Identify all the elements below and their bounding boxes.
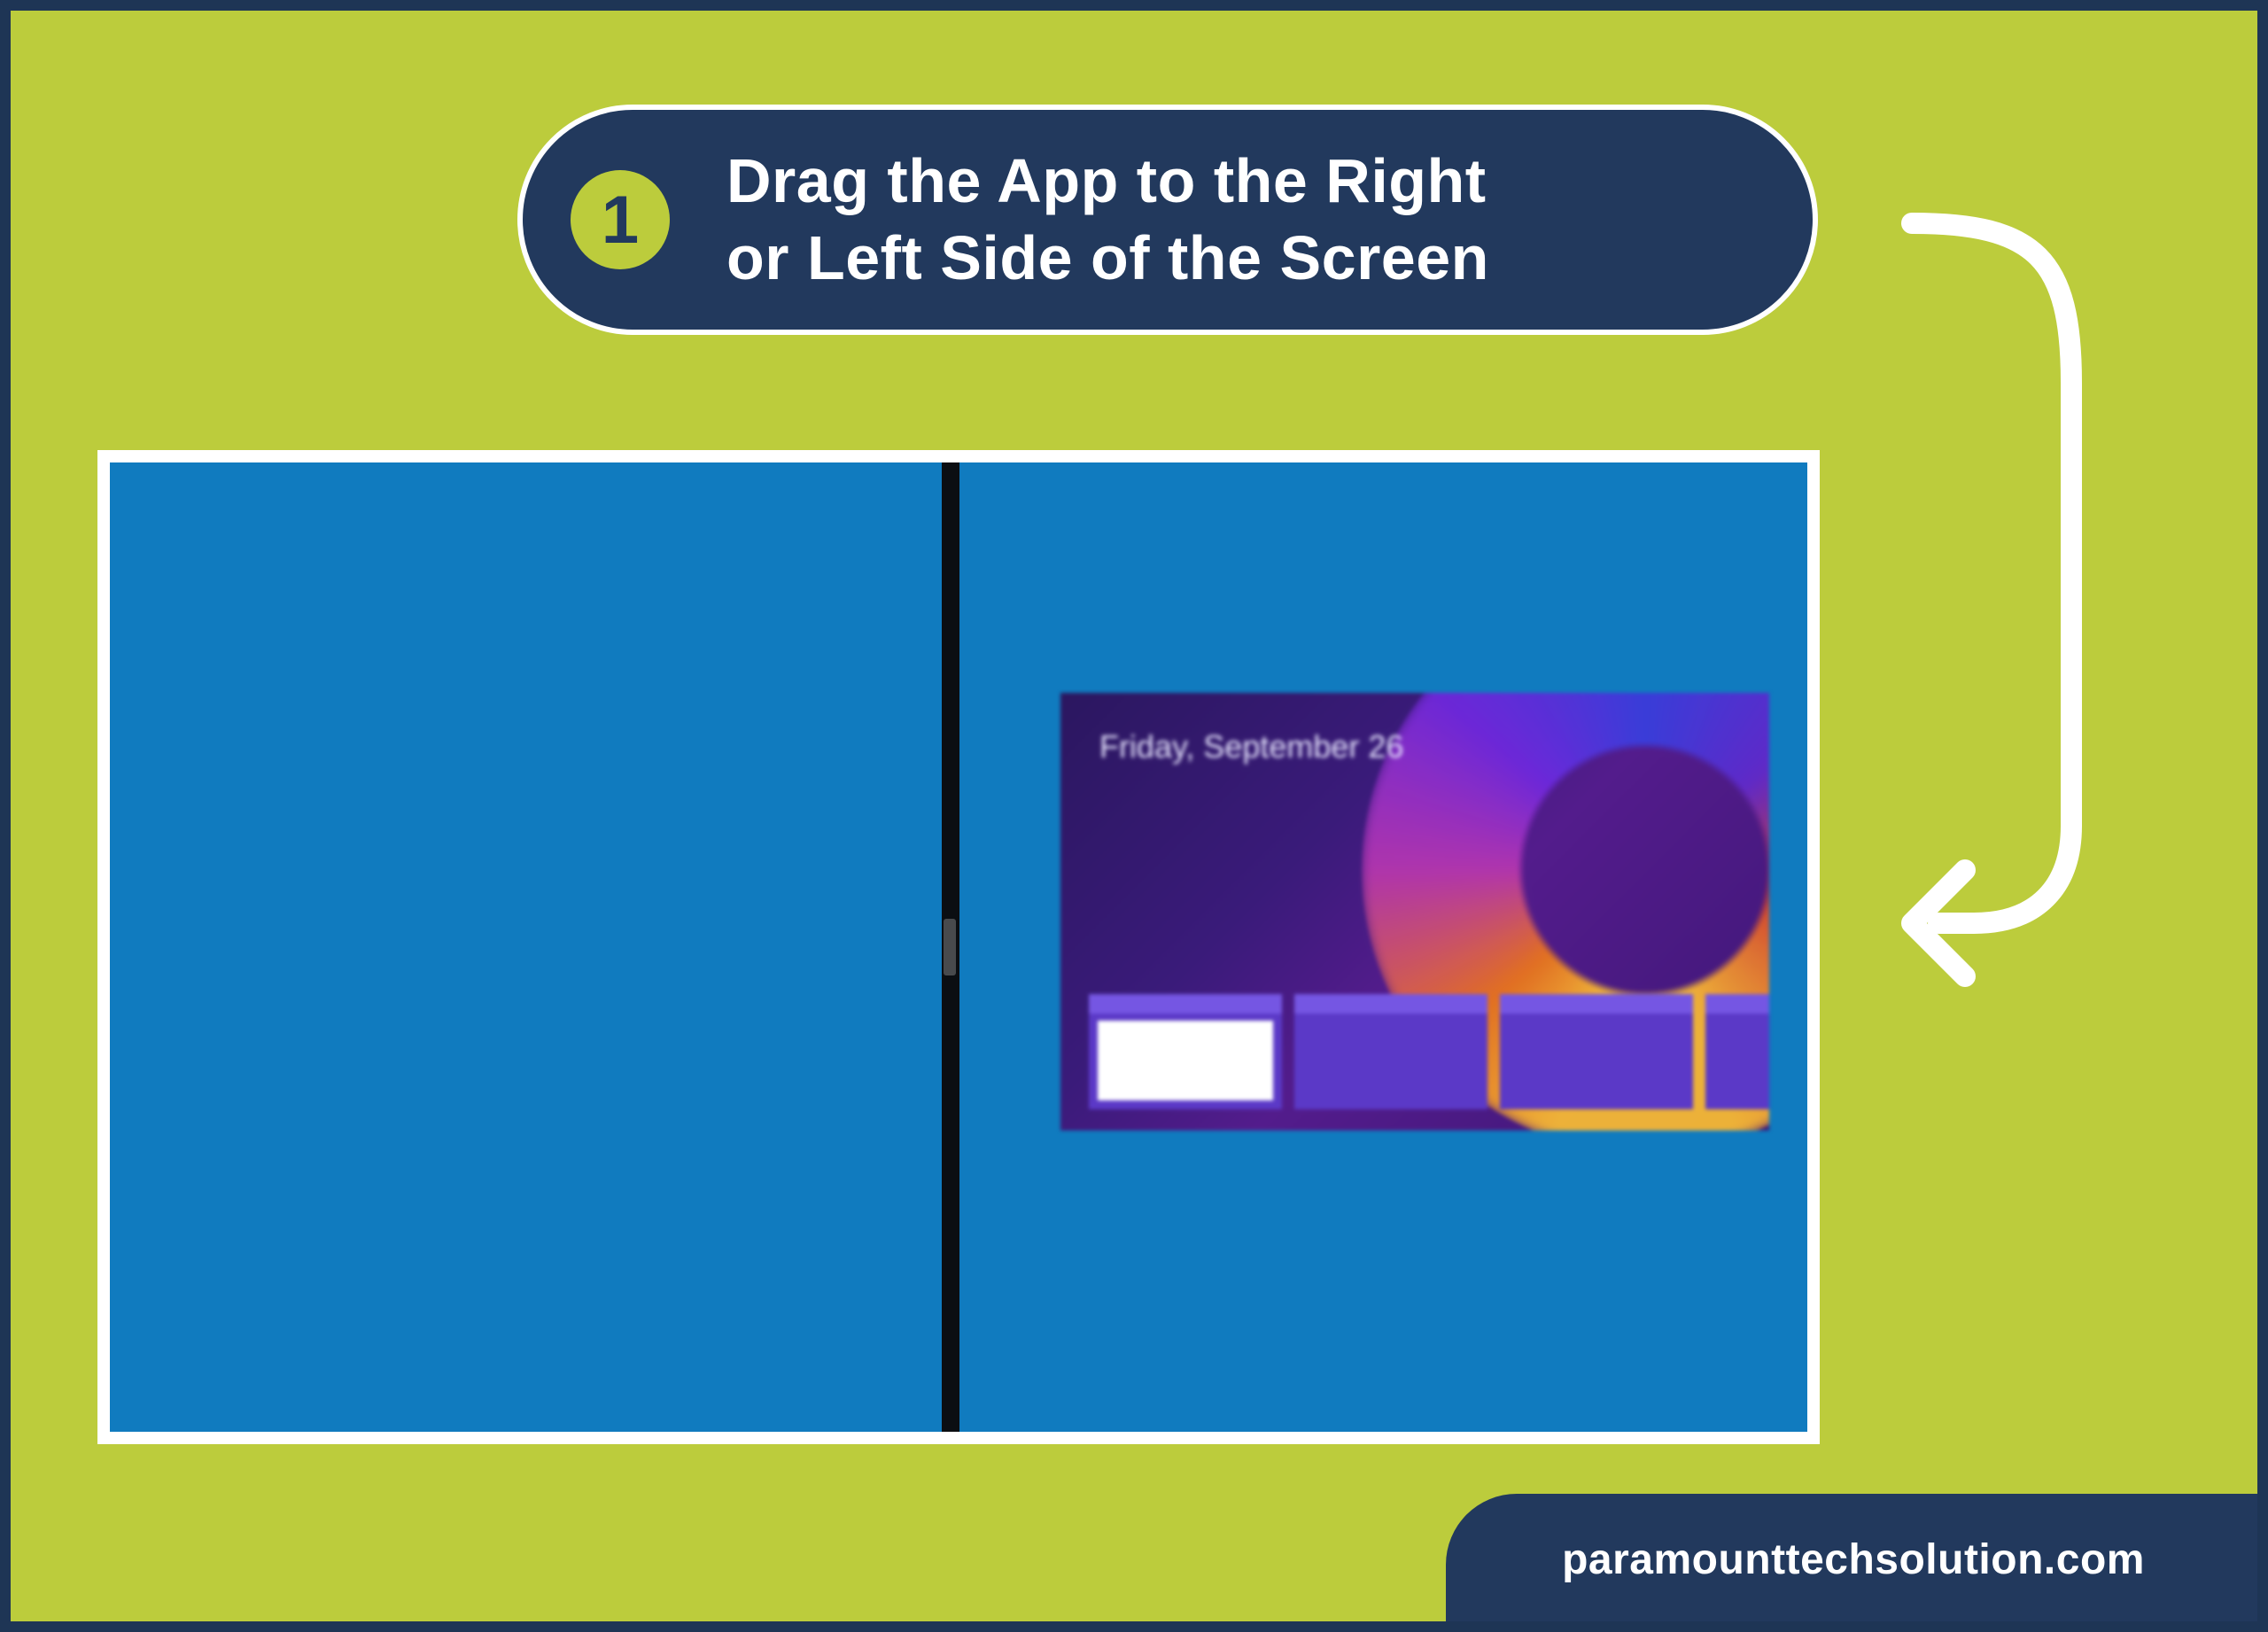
app-tile-row bbox=[1089, 994, 1769, 1109]
screenshot-frame: Friday, September 26 bbox=[97, 450, 1820, 1444]
app-date-text: Friday, September 26 bbox=[1099, 728, 1404, 765]
calendar-tile[interactable] bbox=[1500, 994, 1693, 1109]
step-number-badge: 1 bbox=[571, 170, 670, 269]
calendar-tile[interactable] bbox=[1705, 994, 1769, 1109]
dragged-app-window[interactable]: Friday, September 26 bbox=[1060, 693, 1769, 1131]
footer-url-text: paramounttechsolution.com bbox=[1562, 1535, 2145, 1584]
instruction-card-frame: 1 Drag the App to the Right or Left Side… bbox=[0, 0, 2268, 1632]
footer-ribbon: paramounttechsolution.com bbox=[1446, 1494, 2261, 1625]
step-number: 1 bbox=[602, 182, 639, 259]
split-drag-handle-icon[interactable] bbox=[944, 919, 956, 975]
calendar-tile[interactable] bbox=[1294, 994, 1487, 1109]
step-title: Drag the App to the Right or Left Side o… bbox=[726, 143, 1489, 298]
calendar-tile[interactable] bbox=[1089, 994, 1282, 1109]
flow-arrow-icon bbox=[1876, 188, 2124, 1003]
step-header-pill: 1 Drag the App to the Right or Left Side… bbox=[517, 105, 1818, 335]
split-screen-desktop: Friday, September 26 bbox=[110, 462, 1807, 1432]
